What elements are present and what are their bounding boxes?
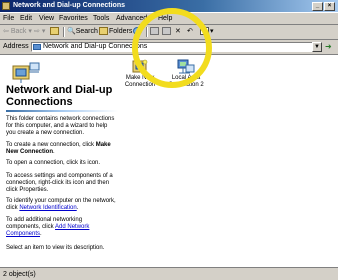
folders-label: Folders [109,28,133,35]
item-label: Make New Connection [124,75,156,88]
history-icon [133,27,142,36]
close-button[interactable]: × [324,2,335,11]
network-connections-banner-icon [12,62,40,83]
menu-edit[interactable]: Edit [20,14,32,23]
info-pane: Network and Dial-up Connections This fol… [0,55,122,267]
back-button[interactable]: ⇦ Back ▾ [3,27,32,37]
minimize-button[interactable]: _ [312,2,323,11]
create-prefix: To create a new connection, click [6,142,95,148]
create-connection-text: To create a new connection, click Make N… [6,142,111,155]
address-dropdown-button[interactable]: ▼ [312,42,322,52]
forward-arrow-icon: ⇨ [34,28,40,35]
toolbar-separator [63,27,65,37]
search-button[interactable]: 🔍Search [67,27,98,37]
views-button[interactable]: ▾ [200,27,214,37]
undo-button[interactable]: ↶ [187,27,193,37]
intro-text: This folder contains network connections… [6,116,115,136]
address-bar: Address Network and Dial-up Connections … [0,40,338,55]
window-title: Network and Dial-up Connections [13,2,126,9]
status-text: 2 object(s) [3,271,36,278]
access-settings-text: To access settings and components of a c… [6,173,113,193]
search-label: Search [75,28,98,35]
chevron-down-icon: ▼ [314,44,320,50]
undo-icon: ↶ [187,28,193,35]
network-identification-link[interactable]: Network Identification [19,205,76,211]
history-button[interactable] [133,27,143,37]
title-bar[interactable]: Network and Dial-up Connections _ × [0,0,338,12]
menu-tools[interactable]: Tools [93,14,109,23]
move-to-button[interactable] [150,27,160,37]
add-components-text: To add additional networking components,… [6,217,90,237]
delete-button[interactable]: ✕ [175,27,181,37]
toolbar-separator [146,27,148,37]
local-area-connection-icon [177,59,195,74]
network-connections-icon [33,44,41,50]
file-list: Make New Connection Local Area Connectio… [122,55,338,267]
back-label: Back [10,28,27,35]
address-label: Address [3,43,29,50]
folders-icon [99,27,108,36]
heading-divider [6,110,118,112]
move-to-icon [150,27,159,36]
menu-favorites[interactable]: Favorites [59,14,88,23]
local-area-connection-item[interactable]: Local Area Connection 2 [164,59,208,89]
up-folder-button[interactable] [50,27,60,37]
folders-button[interactable]: Folders [99,27,132,37]
open-connection-text: To open a connection, click its icon. [6,160,101,166]
status-bar: 2 object(s) [0,267,338,280]
views-icon [200,27,209,36]
copy-to-icon [162,27,171,36]
delete-icon: ✕ [175,28,181,35]
pane-heading: Network and Dial-up Connections [6,84,113,108]
network-folder-icon [2,2,10,10]
menu-view[interactable]: View [39,14,54,23]
make-new-connection-icon [132,59,148,73]
item-label: Local Area Connection 2 [168,75,204,88]
back-arrow-icon: ⇦ [3,28,9,35]
address-value: Network and Dial-up Connections [43,43,148,50]
menu-bar: File Edit View Favorites Tools Advanced … [0,13,338,25]
search-icon: 🔍 [67,28,76,35]
copy-to-button[interactable] [162,27,172,37]
toolbar: ⇦ Back ▾ ⇨ ▾ 🔍Search Folders ✕ ↶ ▾ [0,25,338,40]
go-arrow-icon[interactable]: ➜ [325,42,338,52]
identify-computer-text: To identify your computer on the network… [6,198,116,211]
address-input[interactable]: Network and Dial-up Connections [31,42,313,52]
up-folder-icon [50,27,59,36]
menu-file[interactable]: File [3,14,14,23]
forward-button[interactable]: ⇨ ▾ [34,27,45,37]
select-item-text: Select an item to view its description. [6,245,105,251]
menu-advanced[interactable]: Advanced [116,14,147,23]
make-new-connection-item[interactable]: Make New Connection [118,59,162,89]
menu-help[interactable]: Help [158,14,172,23]
